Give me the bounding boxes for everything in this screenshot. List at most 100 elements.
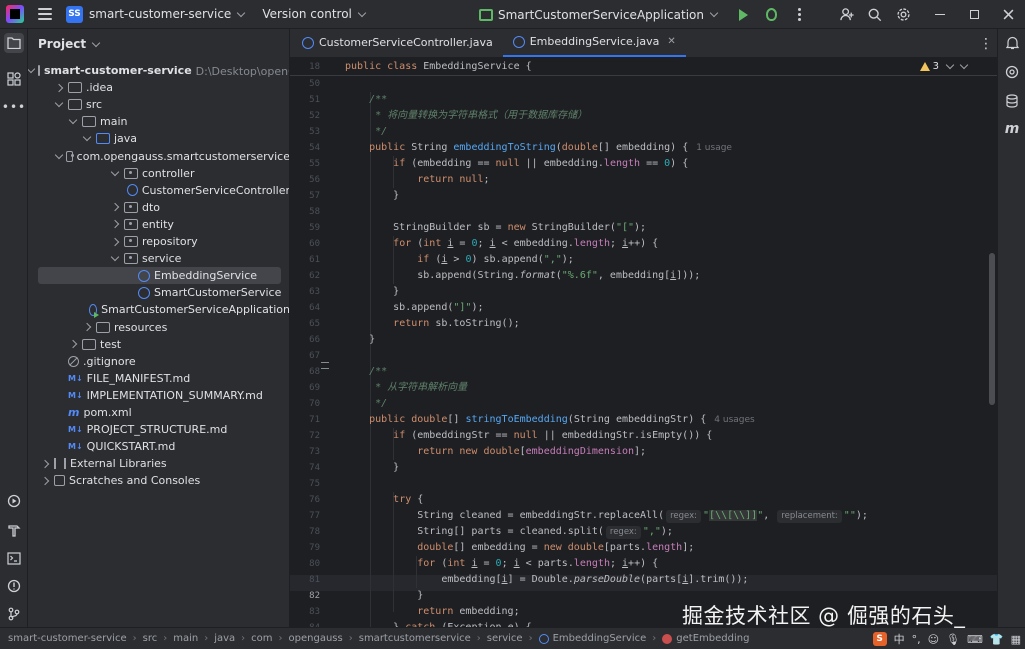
line-number[interactable]: 51 xyxy=(290,92,320,108)
services-tool-button[interactable] xyxy=(4,491,24,511)
project-panel-header[interactable]: Project xyxy=(28,29,289,59)
more-actions-button[interactable] xyxy=(785,0,813,29)
chevron-up-icon[interactable] xyxy=(945,60,955,70)
run-configuration-selector[interactable]: SmartCustomerServiceApplication xyxy=(479,8,719,22)
tree-item[interactable]: .idea xyxy=(28,79,289,96)
maven-button[interactable]: m xyxy=(1002,119,1022,139)
project-tool-button[interactable] xyxy=(4,33,24,53)
settings-button[interactable] xyxy=(889,0,917,29)
chevron-right-icon[interactable] xyxy=(110,219,120,229)
tree-item[interactable]: M↓ PROJECT_STRUCTURE.md xyxy=(28,421,289,438)
chevron-down-icon[interactable] xyxy=(82,134,92,144)
chevron-down-icon[interactable] xyxy=(54,100,64,110)
tree-item[interactable]: entity xyxy=(28,216,289,233)
breadcrumb-item[interactable]: com xyxy=(251,633,272,644)
tree-item[interactable]: test xyxy=(28,336,289,353)
chevron-right-icon[interactable] xyxy=(68,339,78,349)
project-switcher[interactable]: smart-customer-service xyxy=(89,7,231,21)
terminal-tool-button[interactable] xyxy=(4,548,24,568)
line-number[interactable]: 82 xyxy=(290,588,320,604)
notifications-button[interactable] xyxy=(1002,33,1022,53)
skin-icon[interactable]: 👕 xyxy=(990,633,1004,646)
line-number[interactable]: 57 xyxy=(290,188,320,204)
close-window-button[interactable] xyxy=(991,0,1025,29)
run-button[interactable] xyxy=(729,0,757,29)
tab-embedding-service[interactable]: EmbeddingService.java ✕ xyxy=(502,28,686,57)
breadcrumb-item[interactable]: smartcustomerservice xyxy=(359,633,471,644)
tree-item[interactable]: dto xyxy=(28,199,289,216)
chevron-right-icon[interactable] xyxy=(110,237,120,247)
tree-item[interactable]: resources xyxy=(28,319,289,336)
sogou-ime-icon[interactable]: S xyxy=(872,632,887,646)
chevron-down-icon[interactable] xyxy=(110,168,120,178)
breadcrumb-item[interactable]: java xyxy=(214,633,235,644)
code-editor[interactable]: 50 51 52 53 54 55 56 57 58 59 60 61 62 63 64 65 66 67 68 69… xyxy=(290,58,997,627)
chevron-down-icon[interactable] xyxy=(56,151,62,161)
apps-grid-icon[interactable]: ▦ xyxy=(1011,633,1021,646)
line-number[interactable]: 84 xyxy=(290,620,320,627)
breadcrumb-item[interactable]: smart-customer-service xyxy=(8,633,127,644)
tree-item[interactable]: controller xyxy=(28,165,289,182)
tree-item[interactable]: M↓ QUICKSTART.md xyxy=(28,438,289,455)
usage-hint[interactable]: 4 usages xyxy=(714,415,754,425)
close-tab-icon[interactable]: ✕ xyxy=(667,36,675,47)
line-number[interactable]: 63 xyxy=(290,284,320,300)
more-tools-button[interactable]: ••• xyxy=(2,97,25,117)
line-number[interactable]: 81 xyxy=(290,572,320,588)
line-number[interactable]: 80 xyxy=(290,556,320,572)
tab-customer-service-controller[interactable]: CustomerServiceController.java xyxy=(292,28,503,57)
database-button[interactable] xyxy=(1002,91,1022,111)
breadcrumb-item[interactable]: main xyxy=(173,633,198,644)
tree-item[interactable]: M↓ FILE_MANIFEST.md xyxy=(28,370,289,387)
breadcrumb-item[interactable]: getEmbedding xyxy=(676,633,749,644)
build-tool-button[interactable] xyxy=(4,520,24,540)
breadcrumb-item[interactable]: opengauss xyxy=(289,633,343,644)
line-number[interactable]: 75 xyxy=(290,476,320,492)
line-number[interactable]: 54 xyxy=(290,140,320,156)
version-control-menu[interactable]: Version control xyxy=(262,7,352,21)
line-number[interactable]: 61 xyxy=(290,252,320,268)
line-number[interactable]: 62 xyxy=(290,268,320,284)
line-number[interactable]: 78 xyxy=(290,524,320,540)
line-number[interactable]: 74 xyxy=(290,460,320,476)
line-number[interactable]: 56 xyxy=(290,172,320,188)
tree-item[interactable]: SmartCustomerServiceApplication xyxy=(28,301,289,318)
tree-item[interactable]: CustomerServiceController xyxy=(28,182,289,199)
tree-item[interactable]: .gitignore xyxy=(28,353,289,370)
tree-item[interactable]: m pom.xml xyxy=(28,404,289,421)
tree-item[interactable]: Scratches and Consoles xyxy=(28,472,289,489)
chevron-down-icon[interactable] xyxy=(28,66,34,76)
chevron-right-icon[interactable] xyxy=(110,202,120,212)
problems-tool-button[interactable] xyxy=(4,576,24,596)
chevron-down-icon[interactable] xyxy=(110,254,120,264)
line-number[interactable]: 79 xyxy=(290,540,320,556)
chevron-down-icon[interactable] xyxy=(68,117,78,127)
git-tool-button[interactable] xyxy=(4,604,24,624)
line-number[interactable]: 76 xyxy=(290,492,320,508)
chevron-right-icon[interactable] xyxy=(40,476,50,486)
chevron-down-icon[interactable] xyxy=(237,8,246,17)
chevron-right-icon[interactable] xyxy=(40,459,50,469)
chevron-right-icon[interactable] xyxy=(54,83,64,93)
main-menu-icon[interactable] xyxy=(38,8,52,20)
minimize-button[interactable] xyxy=(923,0,957,29)
line-number[interactable]: 83 xyxy=(290,604,320,620)
line-number[interactable]: 71 xyxy=(290,412,320,428)
emoji-icon[interactable]: ☺ xyxy=(928,633,939,646)
sticky-scroll-header[interactable]: 18 public class EmbeddingService { xyxy=(290,58,997,76)
line-number[interactable]: 68 xyxy=(290,364,320,380)
line-number[interactable]: 69 xyxy=(290,380,320,396)
line-number[interactable]: 59 xyxy=(290,220,320,236)
tree-item[interactable]: M↓ IMPLEMENTATION_SUMMARY.md xyxy=(28,387,289,404)
line-number[interactable]: 72 xyxy=(290,428,320,444)
line-number[interactable]: 66 xyxy=(290,332,320,348)
tab-options-button[interactable]: ⋮ xyxy=(979,29,993,58)
ime-language-indicator[interactable]: 中 xyxy=(894,631,905,647)
editor-scrollbar[interactable] xyxy=(989,253,995,405)
restore-button[interactable] xyxy=(957,0,991,29)
tree-item[interactable]: repository xyxy=(28,233,289,250)
breadcrumb-item[interactable]: service xyxy=(487,633,523,644)
usage-hint[interactable]: 1 usage xyxy=(696,143,732,153)
add-user-button[interactable] xyxy=(833,0,861,29)
search-button[interactable] xyxy=(861,0,889,29)
